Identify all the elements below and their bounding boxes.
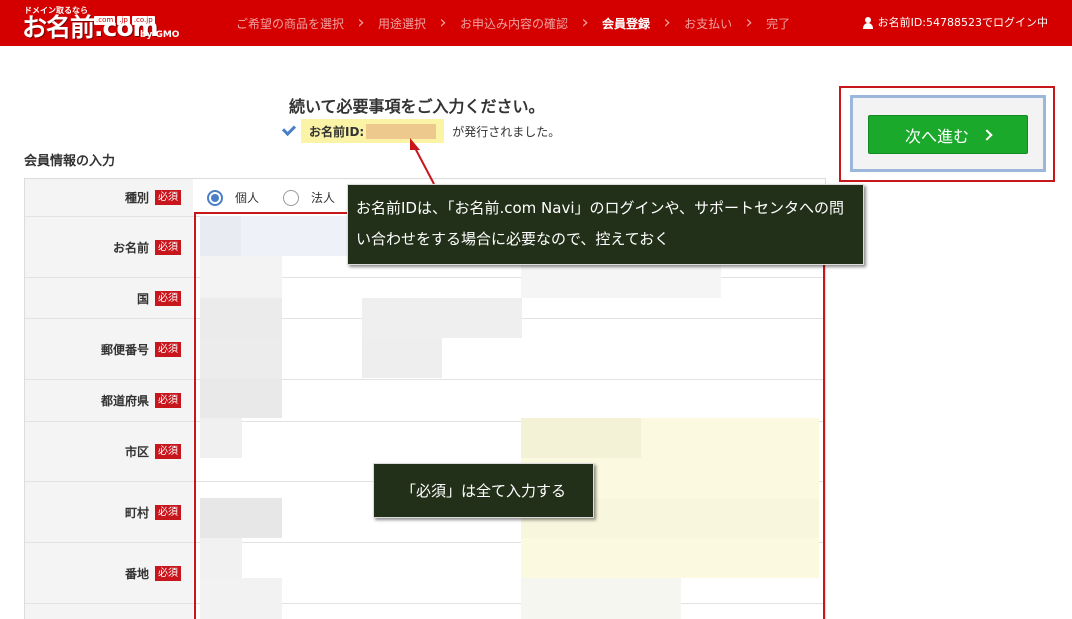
annotation-arrow: [410, 138, 435, 185]
arrow-line: [413, 145, 435, 185]
callout-id-note: お名前IDは、「お名前.com Navi」のログインや、サポートセンタへの問い合…: [347, 184, 864, 265]
arrow-head: [410, 138, 420, 150]
callout-required-note: 「必須」は全て入力する: [373, 463, 594, 518]
